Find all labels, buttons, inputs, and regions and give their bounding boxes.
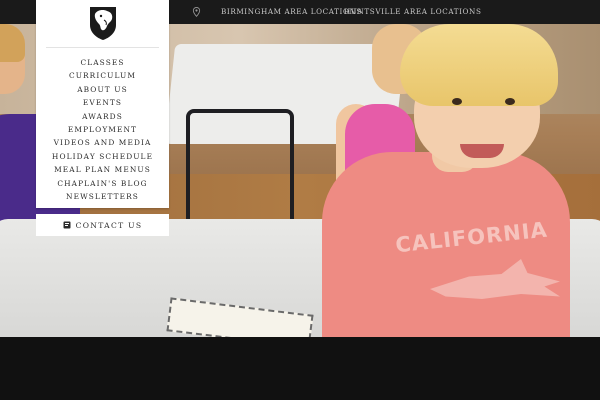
site-logo[interactable] <box>89 5 117 41</box>
nav-item-chaplains-blog[interactable]: CHAPLAIN'S BLOG <box>36 177 169 190</box>
nav-item-about-us[interactable]: ABOUT US <box>36 83 169 96</box>
nav-item-classes[interactable]: CLASSES <box>36 56 169 69</box>
huntsville-locations-link[interactable]: HUNTSVILLE AREA LOCATIONS <box>344 7 481 16</box>
map-pin-icon <box>192 7 201 17</box>
chair <box>186 109 294 237</box>
nav-item-newsletters[interactable]: NEWSLETTERS <box>36 190 169 203</box>
nav-item-events[interactable]: EVENTS <box>36 96 169 109</box>
nav-item-employment[interactable]: EMPLOYMENT <box>36 123 169 136</box>
nav-item-curriculum[interactable]: CURRICULUM <box>36 69 169 82</box>
nav-divider <box>46 47 159 48</box>
phone-book-icon <box>63 221 71 229</box>
bottom-band <box>0 337 600 400</box>
contact-us-label: CONTACT US <box>75 220 143 230</box>
nav-item-meal-plan-menus[interactable]: MEAL PLAN MENUS <box>36 163 169 176</box>
panther-shield-logo-icon <box>90 7 116 40</box>
birmingham-locations-link[interactable]: BIRMINGHAM AREA LOCATIONS <box>221 7 362 16</box>
nav-item-videos-and-media[interactable]: VIDEOS AND MEDIA <box>36 136 169 149</box>
nav-item-holiday-schedule[interactable]: HOLIDAY SCHEDULE <box>36 150 169 163</box>
contact-us-button[interactable]: CONTACT US <box>36 214 169 236</box>
nav-item-awards[interactable]: AWARDS <box>36 110 169 123</box>
nav-menu: CLASSES CURRICULUM ABOUT US EVENTS AWARD… <box>36 56 169 203</box>
boy-eye-right <box>505 98 515 105</box>
main-nav-panel: CLASSES CURRICULUM ABOUT US EVENTS AWARD… <box>36 0 169 208</box>
boy-hair <box>400 24 558 106</box>
boy-eye-left <box>452 98 462 105</box>
